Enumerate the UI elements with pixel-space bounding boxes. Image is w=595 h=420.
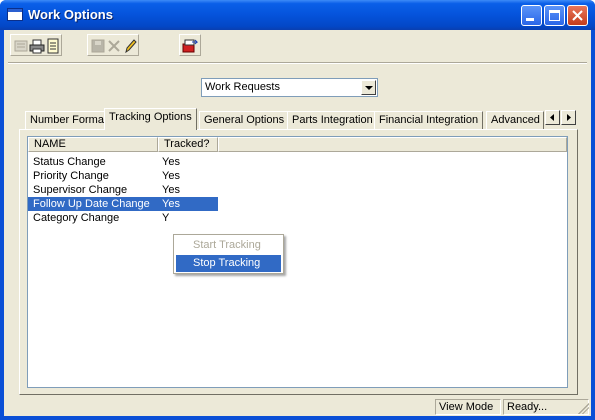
list-item-name: Category Change (33, 212, 120, 224)
chevron-left-icon (550, 114, 554, 121)
list-item-tracked: Yes (162, 170, 180, 182)
tracking-list[interactable]: NAME Tracked? Status Change Yes Priority… (27, 136, 568, 388)
list-item[interactable]: Category Change Y (28, 211, 218, 225)
client-area: Work Requests Number Format Tracking Opt… (4, 30, 591, 416)
tab-tracking-options[interactable]: Tracking Options (104, 108, 197, 130)
list-item-selected[interactable]: Follow Up Date Change Yes (28, 197, 218, 211)
tab-scroll-left-button[interactable] (545, 110, 560, 125)
list-icon[interactable] (13, 38, 29, 54)
save-icon[interactable] (90, 38, 106, 54)
module-select-value: Work Requests (205, 81, 280, 93)
list-item-name: Status Change (33, 156, 106, 168)
tab-advanced[interactable]: Advanced ( (486, 111, 544, 129)
list-item[interactable]: Priority Change Yes (28, 169, 218, 183)
list-item-name: Supervisor Change (33, 184, 128, 196)
list-header: NAME Tracked? (28, 137, 567, 152)
list-item[interactable]: Status Change Yes (28, 155, 218, 169)
tab-parts-integration[interactable]: Parts Integration (287, 111, 378, 129)
toolbar-separator (8, 62, 587, 64)
tab-number-format[interactable]: Number Format (25, 111, 113, 129)
list-item-tracked: Yes (162, 184, 180, 196)
list-item-name: Priority Change (33, 170, 109, 182)
status-state: Ready... (503, 399, 589, 415)
context-menu: Start Tracking Stop Tracking (173, 234, 284, 274)
chevron-down-icon[interactable] (361, 80, 376, 95)
edit-icon[interactable] (122, 38, 138, 54)
stop-tracking-menu-item[interactable]: Stop Tracking (176, 255, 281, 272)
list-item-tracked: Yes (162, 156, 180, 168)
list-item[interactable]: Supervisor Change Yes (28, 183, 218, 197)
chevron-right-icon (567, 114, 571, 121)
delete-icon[interactable] (106, 38, 122, 54)
report-icon[interactable] (45, 38, 61, 54)
list-item-tracked: Y (162, 212, 170, 224)
toolbar (4, 30, 591, 62)
resize-grip[interactable] (578, 403, 589, 414)
tab-financial-integration[interactable]: Financial Integration (374, 111, 484, 129)
column-header-tracked[interactable]: Tracked? (158, 137, 218, 152)
minimize-icon (526, 18, 534, 21)
tab-general-options[interactable]: General Options (199, 111, 290, 129)
window-icon (7, 8, 23, 21)
column-header-filler (218, 137, 567, 152)
status-bar: View Mode Ready... (4, 397, 591, 416)
tab-scroll-right-button[interactable] (561, 110, 576, 125)
close-icon (572, 10, 583, 21)
status-mode: View Mode (435, 399, 501, 415)
close-button[interactable] (567, 5, 588, 26)
toolbar-group-view (10, 34, 62, 56)
list-item-tracked: Yes (162, 198, 180, 210)
window-title: Work Options (28, 7, 113, 22)
minimize-button[interactable] (521, 5, 542, 26)
toolbar-group-exit (179, 34, 201, 56)
work-options-window: Work Options Work Requests Number Format… (0, 0, 595, 420)
maximize-icon (549, 10, 560, 21)
toolbar-group-edit (87, 34, 139, 56)
maximize-button[interactable] (544, 5, 565, 26)
start-tracking-menu-item[interactable]: Start Tracking (176, 237, 281, 254)
module-select[interactable]: Work Requests (201, 78, 378, 97)
column-header-name[interactable]: NAME (28, 137, 158, 152)
exit-icon[interactable] (182, 38, 199, 54)
title-bar[interactable]: Work Options (0, 0, 595, 30)
list-item-name: Follow Up Date Change (33, 198, 150, 210)
print-icon[interactable] (29, 38, 45, 54)
